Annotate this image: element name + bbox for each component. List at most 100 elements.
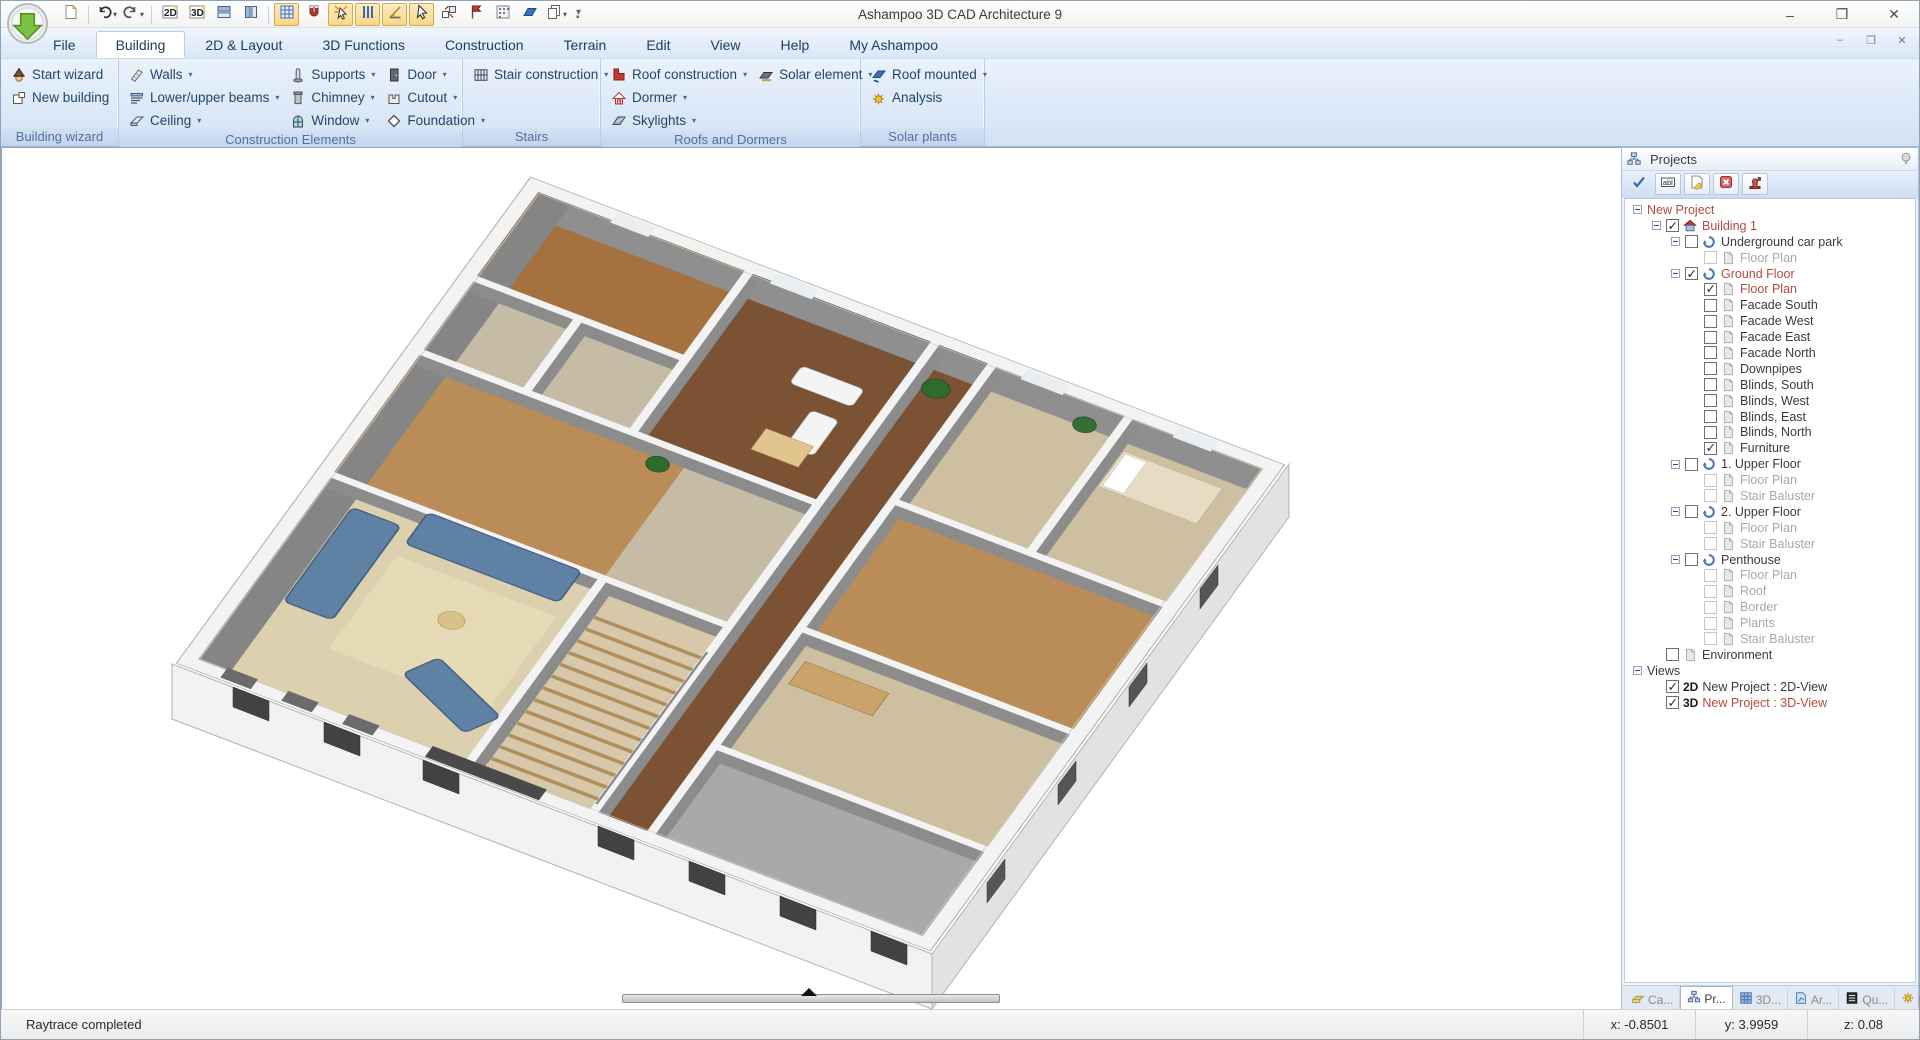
tree-item-stair-baluster[interactable]: Stair Baluster bbox=[1629, 631, 1915, 647]
undo-button[interactable]: ▾ bbox=[94, 3, 119, 26]
toolbar-overflow-icon[interactable]: ▾▪ bbox=[576, 10, 581, 20]
tree-checkbox[interactable] bbox=[1704, 426, 1717, 439]
flag-marker-button[interactable] bbox=[463, 3, 488, 26]
tree-item-floor-plan[interactable]: Floor Plan bbox=[1629, 472, 1915, 488]
tree-checkbox[interactable] bbox=[1704, 394, 1717, 407]
tree-checkbox[interactable] bbox=[1704, 378, 1717, 391]
tree-expander-icon[interactable] bbox=[1633, 205, 1642, 214]
menu-tab-my-ashampoo[interactable]: My Ashampoo bbox=[829, 31, 958, 58]
tree-checkbox[interactable] bbox=[1666, 648, 1679, 661]
restore-button[interactable]: ❐ bbox=[1831, 6, 1853, 24]
tree-checkbox[interactable] bbox=[1704, 410, 1717, 423]
tree-item-views[interactable]: Views bbox=[1629, 663, 1915, 679]
pointer-button[interactable] bbox=[409, 3, 434, 26]
close-button[interactable]: ✕ bbox=[1883, 6, 1905, 24]
tree-item-new-project[interactable]: New Project bbox=[1629, 202, 1915, 218]
stamp-button[interactable] bbox=[1742, 173, 1768, 195]
view-3d-button[interactable]: 3D bbox=[184, 3, 209, 26]
tree-item-floor-plan[interactable]: Floor Plan bbox=[1629, 567, 1915, 583]
ribbon-button-lower-upper-beams[interactable]: Lower/upper beams▾ bbox=[125, 87, 282, 108]
tree-expander-icon[interactable] bbox=[1633, 666, 1642, 675]
ribbon-button-skylights[interactable]: Skylights▾ bbox=[607, 110, 750, 131]
tab-quantities[interactable]: Qu... bbox=[1839, 989, 1895, 1010]
tree-item-floor-plan[interactable]: Floor Plan bbox=[1629, 250, 1915, 266]
tab-3d-objects[interactable]: 3D... bbox=[1733, 989, 1788, 1010]
tree-item-border[interactable]: Border bbox=[1629, 599, 1915, 615]
tree-item-stair-baluster[interactable]: Stair Baluster bbox=[1629, 488, 1915, 504]
tree-checkbox[interactable] bbox=[1685, 505, 1698, 518]
menu-tab-building[interactable]: Building bbox=[96, 31, 186, 58]
viewport-scrollbar[interactable] bbox=[622, 994, 1000, 1003]
angle-measure-button[interactable] bbox=[382, 3, 407, 26]
tree-item-facade-north[interactable]: Facade North bbox=[1629, 345, 1915, 361]
tilted-plane-button[interactable] bbox=[517, 3, 542, 26]
tree-item-blinds-north[interactable]: Blinds, North bbox=[1629, 424, 1915, 440]
ribbon-button-walls[interactable]: Walls▾ bbox=[125, 64, 282, 85]
minimize-button[interactable]: – bbox=[1779, 6, 1801, 24]
tree-checkbox[interactable] bbox=[1704, 346, 1717, 359]
grid-button[interactable] bbox=[274, 3, 299, 26]
tree-checkbox[interactable] bbox=[1685, 235, 1698, 248]
tree-item-blinds-west[interactable]: Blinds, West bbox=[1629, 393, 1915, 409]
tree-item-facade-west[interactable]: Facade West bbox=[1629, 313, 1915, 329]
apply-check-button[interactable] bbox=[1626, 173, 1652, 195]
menu-tab-terrain[interactable]: Terrain bbox=[544, 31, 627, 58]
tree-item-facade-east[interactable]: Facade East bbox=[1629, 329, 1915, 345]
properties-button[interactable] bbox=[1684, 173, 1710, 195]
tree-item-blinds-east[interactable]: Blinds, East bbox=[1629, 409, 1915, 425]
redo-button[interactable]: ▾ bbox=[121, 3, 146, 26]
tree-checkbox[interactable] bbox=[1685, 267, 1698, 280]
3d-viewport[interactable] bbox=[1, 147, 1623, 1011]
tree-checkbox[interactable] bbox=[1704, 315, 1717, 328]
tab-projects[interactable]: Pr... bbox=[1680, 986, 1732, 1010]
tree-item-new-project-2d-view[interactable]: 2DNew Project : 2D-View bbox=[1629, 679, 1915, 695]
tree-checkbox[interactable] bbox=[1704, 331, 1717, 344]
ribbon-button-solar-element[interactable]: Solar element▾ bbox=[754, 64, 875, 85]
tree-expander-icon[interactable] bbox=[1671, 507, 1680, 516]
magnet-snap-button[interactable] bbox=[301, 3, 326, 26]
tree-expander-icon[interactable] bbox=[1652, 221, 1661, 230]
new-document-button[interactable] bbox=[58, 3, 83, 26]
tab-catalog[interactable]: Ca... bbox=[1625, 989, 1680, 1010]
tree-item-penthouse[interactable]: Penthouse bbox=[1629, 552, 1915, 568]
ribbon-button-dormer[interactable]: Dormer▾ bbox=[607, 87, 750, 108]
tree-item-furniture[interactable]: Furniture bbox=[1629, 440, 1915, 456]
rename-button[interactable]: abl bbox=[1655, 173, 1681, 195]
hatch-pattern-button[interactable] bbox=[490, 3, 515, 26]
delete-button[interactable] bbox=[1713, 173, 1739, 195]
split-vertical-button[interactable] bbox=[238, 3, 263, 26]
tree-checkbox[interactable] bbox=[1666, 219, 1679, 232]
tree-item-underground-car-park[interactable]: Underground car park bbox=[1629, 234, 1915, 250]
tab-pv[interactable]: PV... bbox=[1895, 989, 1920, 1010]
tree-expander-icon[interactable] bbox=[1671, 460, 1680, 469]
app-logo-icon[interactable] bbox=[6, 2, 49, 45]
tree-checkbox[interactable] bbox=[1704, 362, 1717, 375]
tree-item-floor-plan[interactable]: Floor Plan bbox=[1629, 520, 1915, 536]
tree-checkbox[interactable] bbox=[1685, 553, 1698, 566]
menu-tab-3d-functions[interactable]: 3D Functions bbox=[302, 31, 424, 58]
tree-checkbox[interactable] bbox=[1666, 680, 1679, 693]
tree-expander-icon[interactable] bbox=[1671, 269, 1680, 278]
parallel-guides-button[interactable] bbox=[355, 3, 380, 26]
ribbon-button-start-wizard[interactable]: Start wizard bbox=[7, 64, 112, 85]
swap-views-button[interactable] bbox=[436, 3, 461, 26]
mdi-close-button[interactable]: ✕ bbox=[1895, 34, 1909, 47]
selection-rays-button[interactable] bbox=[328, 3, 353, 26]
split-horizontal-button[interactable] bbox=[211, 3, 236, 26]
ribbon-button-new-building[interactable]: New building bbox=[7, 87, 112, 108]
tree-item-plants[interactable]: Plants bbox=[1629, 615, 1915, 631]
mdi-minimize-button[interactable]: – bbox=[1833, 34, 1847, 47]
tab-areas[interactable]: Ar... bbox=[1788, 989, 1839, 1010]
tree-item-building-1[interactable]: Building 1 bbox=[1629, 218, 1915, 234]
menu-tab-view[interactable]: View bbox=[690, 31, 760, 58]
ribbon-button-analysis[interactable]: Analysis bbox=[867, 87, 990, 108]
tree-item-roof[interactable]: Roof bbox=[1629, 583, 1915, 599]
view-2d-button[interactable]: 2D bbox=[157, 3, 182, 26]
menu-tab-2d-layout[interactable]: 2D & Layout bbox=[185, 31, 302, 58]
tree-item-floor-plan[interactable]: Floor Plan bbox=[1629, 281, 1915, 297]
copy-layers-button[interactable]: ▾ bbox=[544, 3, 569, 26]
tree-item-2-upper-floor[interactable]: 2. Upper Floor bbox=[1629, 504, 1915, 520]
tree-item-new-project-3d-view[interactable]: 3DNew Project : 3D-View bbox=[1629, 695, 1915, 711]
tree-checkbox[interactable] bbox=[1704, 283, 1717, 296]
tree-checkbox[interactable] bbox=[1704, 299, 1717, 312]
